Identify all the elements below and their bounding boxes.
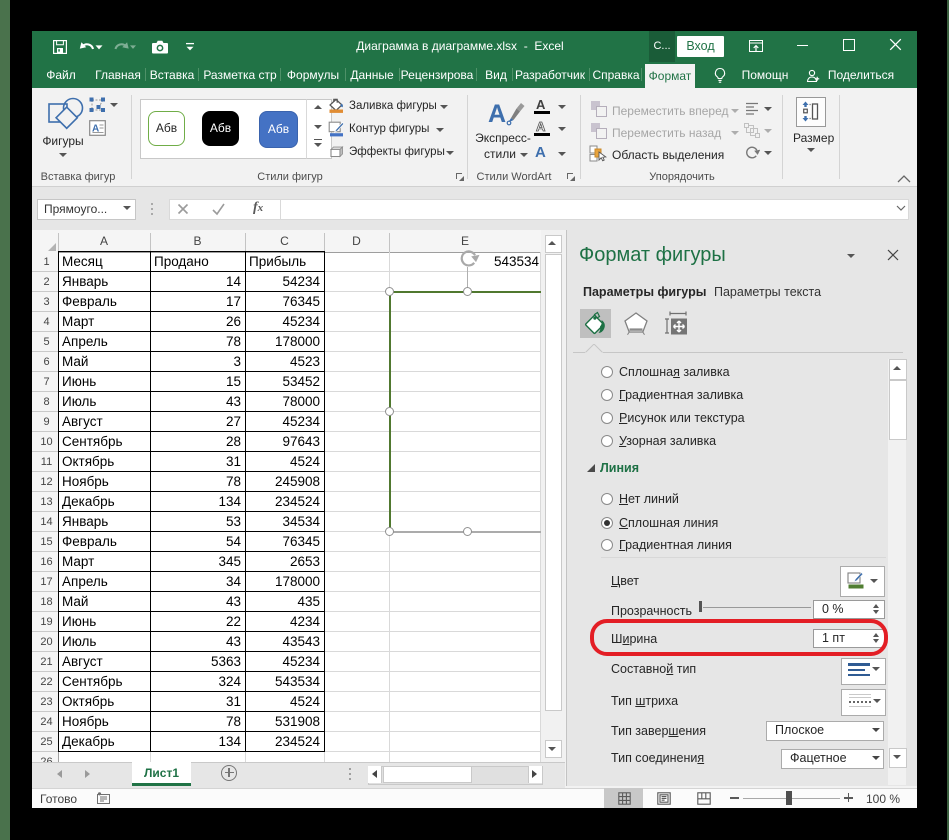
svg-text:А: А bbox=[488, 100, 506, 128]
